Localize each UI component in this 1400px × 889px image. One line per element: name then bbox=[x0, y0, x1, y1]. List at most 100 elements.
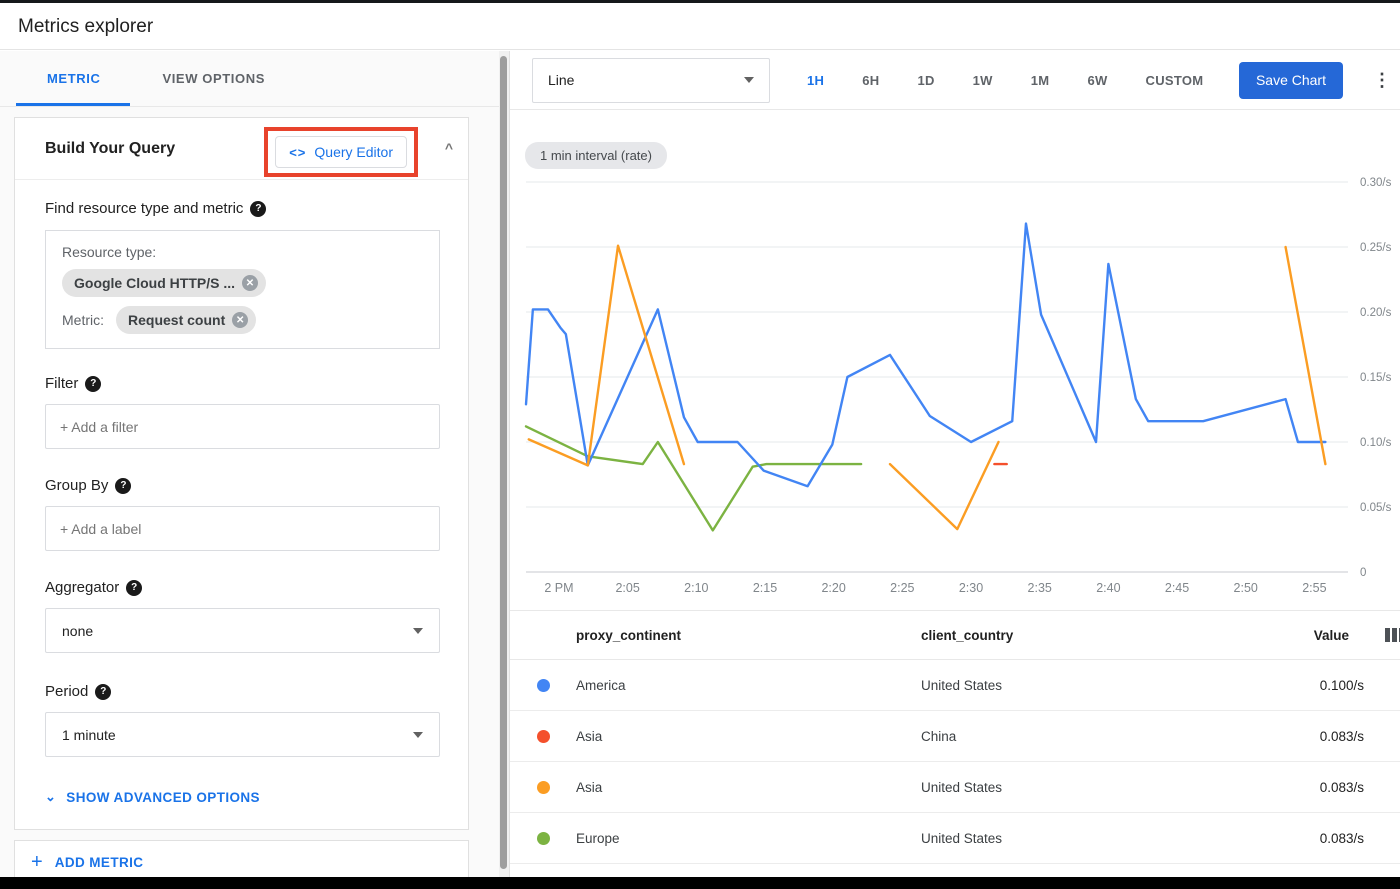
add-metric-button[interactable]: + ADD METRIC bbox=[14, 840, 469, 877]
series-line-asia-united-states bbox=[1286, 247, 1326, 464]
chip-remove-icon[interactable]: ✕ bbox=[232, 312, 248, 328]
cell-continent: America bbox=[576, 678, 921, 693]
find-resource-label-row: Find resource type and metric ? bbox=[45, 200, 440, 217]
chip-remove-icon[interactable]: ✕ bbox=[242, 275, 258, 291]
series-line-america-united-states bbox=[526, 224, 1325, 487]
y-axis-label: 0.25/s bbox=[1360, 242, 1392, 254]
header-proxy-continent[interactable]: proxy_continent bbox=[576, 628, 921, 643]
save-chart-button[interactable]: Save Chart bbox=[1239, 62, 1343, 99]
build-query-card-body: Find resource type and metric ? Resource… bbox=[15, 180, 468, 829]
filter-label: Filter bbox=[45, 375, 78, 392]
x-axis-label: 2:30 bbox=[959, 581, 983, 595]
help-icon[interactable]: ? bbox=[95, 684, 111, 700]
column-selector-icon[interactable] bbox=[1385, 628, 1400, 642]
period-select[interactable]: 1 minute bbox=[45, 712, 440, 757]
period-value: 1 minute bbox=[62, 727, 116, 743]
time-range-custom[interactable]: CUSTOM bbox=[1127, 51, 1223, 110]
build-query-card: Build Your Query <> Query Editor ^ Find … bbox=[14, 117, 469, 830]
show-advanced-options-button[interactable]: ⌄ SHOW ADVANCED OPTIONS bbox=[45, 789, 440, 805]
time-range-1h[interactable]: 1H bbox=[788, 51, 843, 110]
query-editor-label: Query Editor bbox=[314, 144, 393, 160]
resource-chip-row: Google Cloud HTTP/S ... ✕ bbox=[62, 269, 423, 297]
chart-type-value: Line bbox=[548, 72, 574, 88]
tab-view-options[interactable]: VIEW OPTIONS bbox=[162, 71, 265, 86]
chevron-down-icon bbox=[744, 77, 754, 83]
x-axis-label: 2:45 bbox=[1165, 581, 1189, 595]
y-axis-label: 0.10/s bbox=[1360, 437, 1392, 449]
series-color-dot bbox=[537, 781, 550, 794]
cell-country: United States bbox=[921, 780, 1276, 795]
time-range-1m[interactable]: 1M bbox=[1012, 51, 1069, 110]
metric-label: Metric: bbox=[62, 312, 104, 328]
time-range-6w[interactable]: 6W bbox=[1068, 51, 1126, 110]
page-title: Metrics explorer bbox=[18, 3, 153, 50]
card-title: Build Your Query bbox=[45, 118, 175, 180]
build-query-card-header: Build Your Query <> Query Editor ^ bbox=[15, 118, 468, 180]
screenshot-bottom-border bbox=[0, 877, 1400, 889]
group-by-label: Group By bbox=[45, 477, 108, 494]
x-axis-label: 2:55 bbox=[1302, 581, 1326, 595]
help-icon[interactable]: ? bbox=[85, 376, 101, 392]
chevron-down-icon bbox=[413, 628, 423, 634]
filter-label-row: Filter ? bbox=[45, 375, 440, 392]
help-icon[interactable]: ? bbox=[115, 478, 131, 494]
resource-metric-box: Resource type: Google Cloud HTTP/S ... ✕… bbox=[45, 230, 440, 349]
query-editor-button[interactable]: <> Query Editor bbox=[275, 136, 407, 168]
red-annotation-box: <> Query Editor bbox=[264, 127, 418, 177]
cell-value: 0.083/s bbox=[1276, 831, 1400, 846]
kebab-menu-icon[interactable]: ⋮ bbox=[1373, 70, 1391, 91]
panel-scrollbar-track[interactable] bbox=[499, 51, 509, 877]
interval-badge: 1 min interval (rate) bbox=[525, 142, 667, 169]
table-row[interactable]: Asia China 0.083/s bbox=[510, 711, 1400, 762]
cell-country: China bbox=[921, 729, 1276, 744]
query-panel: METRIC VIEW OPTIONS Build Your Query <> … bbox=[0, 51, 499, 877]
cell-continent: Europe bbox=[576, 831, 921, 846]
x-axis-label: 2:35 bbox=[1028, 581, 1052, 595]
time-range-1d[interactable]: 1D bbox=[898, 51, 953, 110]
time-range-6h[interactable]: 6H bbox=[843, 51, 898, 110]
x-axis-label: 2:50 bbox=[1234, 581, 1258, 595]
table-row[interactable]: Europe United States 0.083/s bbox=[510, 813, 1400, 864]
chevron-up-icon[interactable]: ^ bbox=[445, 140, 453, 156]
table-row[interactable]: Asia United States 0.083/s bbox=[510, 762, 1400, 813]
help-icon[interactable]: ? bbox=[250, 201, 266, 217]
period-label: Period bbox=[45, 683, 88, 700]
cell-continent: Asia bbox=[576, 729, 921, 744]
header-value[interactable]: Value bbox=[1276, 628, 1385, 643]
cell-value: 0.083/s bbox=[1276, 729, 1400, 744]
filter-input[interactable]: + Add a filter bbox=[45, 404, 440, 449]
tab-metric[interactable]: METRIC bbox=[47, 71, 100, 86]
aggregator-label: Aggregator bbox=[45, 579, 119, 596]
chart-type-select[interactable]: Line bbox=[532, 58, 770, 103]
filter-placeholder: + Add a filter bbox=[60, 419, 138, 435]
group-by-label-row: Group By ? bbox=[45, 477, 440, 494]
aggregator-select[interactable]: none bbox=[45, 608, 440, 653]
help-icon[interactable]: ? bbox=[126, 580, 142, 596]
group-by-input[interactable]: + Add a label bbox=[45, 506, 440, 551]
panel-tab-bar: METRIC VIEW OPTIONS bbox=[0, 51, 499, 107]
metric-chip-label: Request count bbox=[128, 312, 225, 328]
plus-icon: + bbox=[31, 851, 43, 874]
app-header: Metrics explorer bbox=[0, 3, 1400, 50]
chevron-down-icon: ⌄ bbox=[45, 789, 56, 805]
resource-type-chip[interactable]: Google Cloud HTTP/S ... ✕ bbox=[62, 269, 266, 297]
series-line-asia-united-states bbox=[890, 442, 999, 529]
table-row[interactable]: America United States 0.100/s bbox=[510, 660, 1400, 711]
time-range-1w[interactable]: 1W bbox=[954, 51, 1012, 110]
legend-table: proxy_continent client_country Value Ame… bbox=[510, 610, 1400, 864]
header-client-country[interactable]: client_country bbox=[921, 628, 1276, 643]
y-axis-label: 0.20/s bbox=[1360, 307, 1392, 319]
cell-value: 0.100/s bbox=[1276, 678, 1400, 693]
x-axis-label: 2:05 bbox=[615, 581, 639, 595]
panel-scrollbar-thumb[interactable] bbox=[500, 56, 507, 869]
metric-chip-row: Metric: Request count ✕ bbox=[62, 306, 423, 334]
resource-type-label: Resource type: bbox=[62, 244, 423, 260]
series-line-asia-united-states bbox=[529, 246, 684, 466]
metric-chip[interactable]: Request count ✕ bbox=[116, 306, 256, 334]
cell-country: United States bbox=[921, 678, 1276, 693]
chart-panel: Line 1H 6H 1D 1W 1M 6W CUSTOM Save Chart… bbox=[509, 51, 1400, 877]
series-color-dot bbox=[537, 679, 550, 692]
x-axis-label: 2:10 bbox=[684, 581, 708, 595]
y-axis-label: 0 bbox=[1360, 567, 1366, 579]
find-resource-label: Find resource type and metric bbox=[45, 200, 243, 217]
